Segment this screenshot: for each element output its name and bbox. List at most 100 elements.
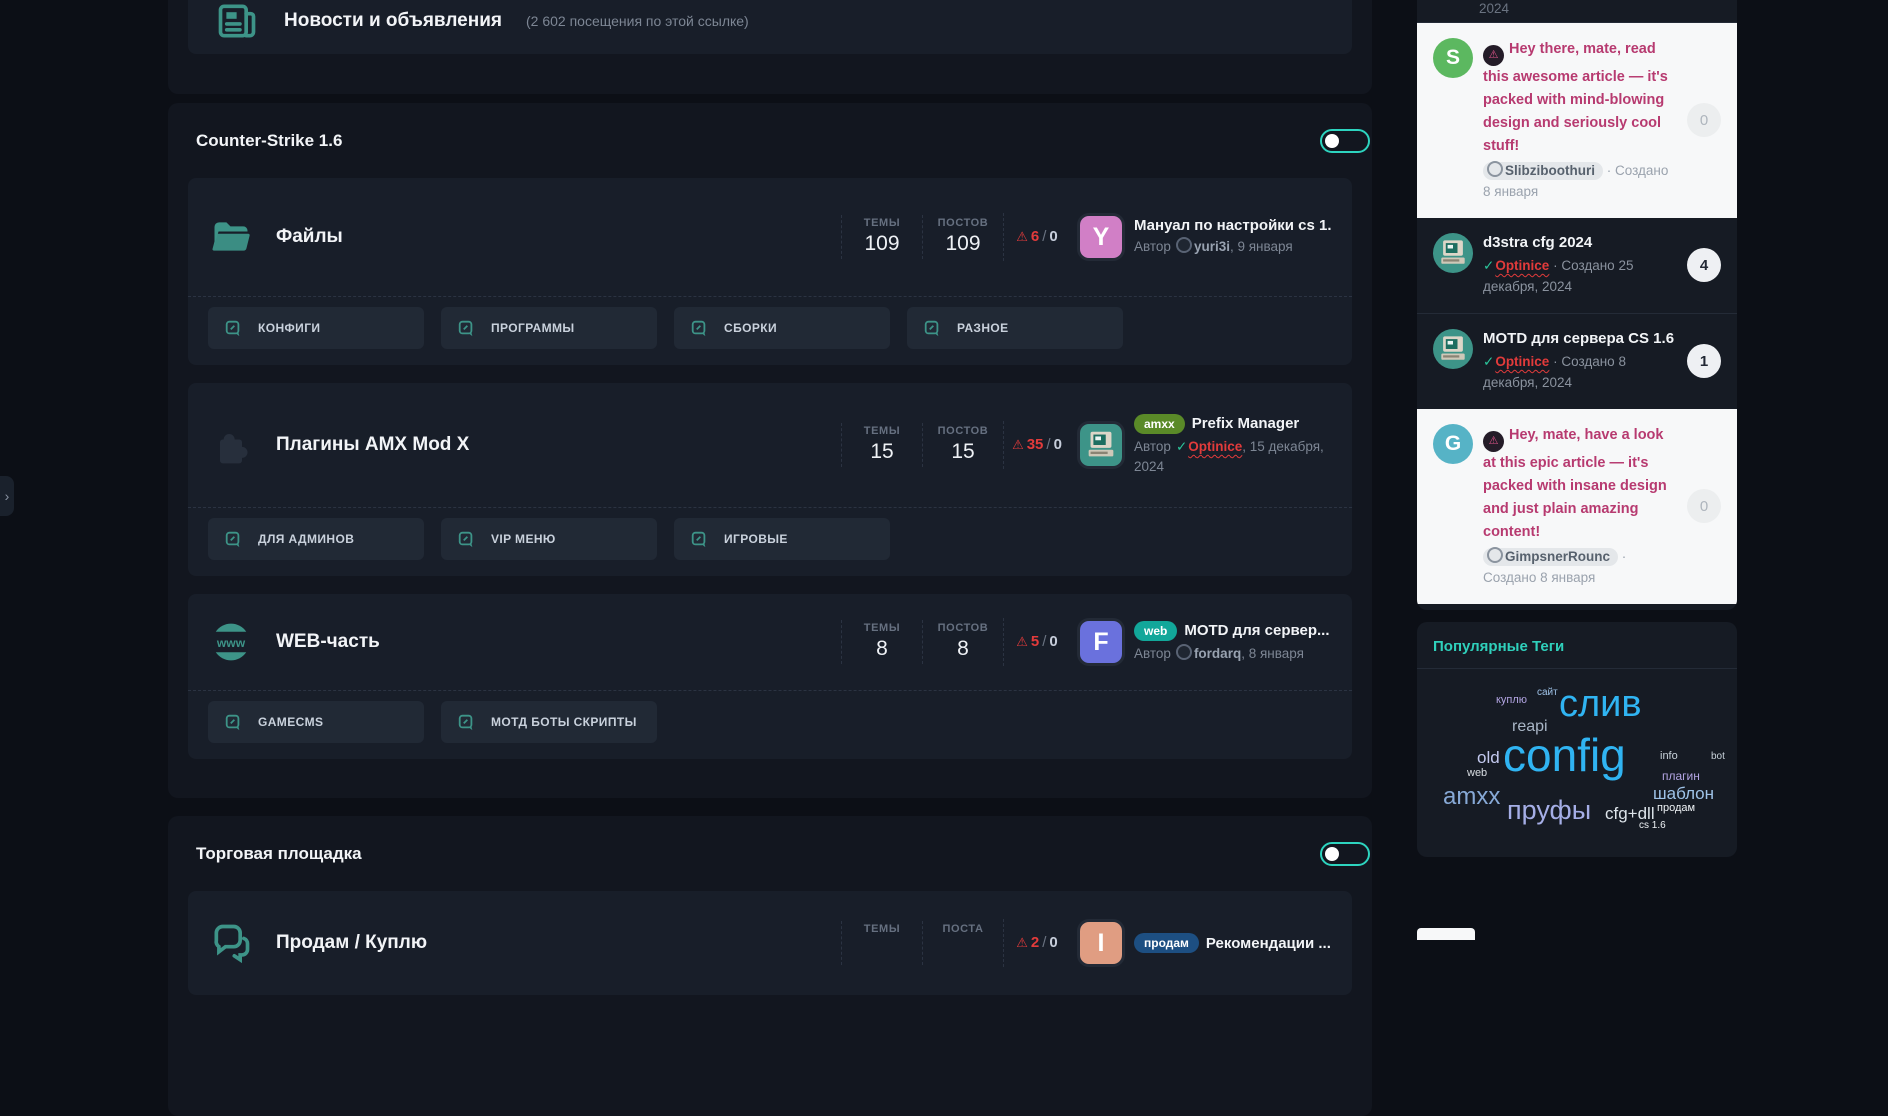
forum-stats: ТЕМЫ 8 ПОСТОВ 8 bbox=[841, 620, 1003, 664]
sidebar-topic-row[interactable]: MOTD для сервера CS 1.6 ✓Optinice · Созд… bbox=[1417, 314, 1737, 409]
stat-posts: ПОСТОВ 8 bbox=[922, 620, 1003, 664]
sidebar-topic-meta: ✓Optinice · Создано 8 декабря, 2024 bbox=[1483, 352, 1677, 394]
warning-separator: / bbox=[1039, 934, 1049, 951]
author-name[interactable]: yuri3i bbox=[1194, 239, 1230, 254]
tag[interactable]: продам bbox=[1657, 803, 1695, 814]
tag[interactable]: куплю bbox=[1496, 695, 1527, 706]
last-topic-title[interactable]: MOTD для сервер... bbox=[1184, 622, 1329, 639]
tag[interactable]: пруфы bbox=[1507, 797, 1591, 824]
warning-separator: / bbox=[1043, 436, 1053, 453]
subforum-chip-motd-boty-skripty[interactable]: МОТД БОТЫ СКРИПТЫ bbox=[441, 701, 657, 743]
avatar[interactable]: S bbox=[1433, 38, 1473, 78]
stat-topics: ТЕМЫ 8 bbox=[841, 620, 922, 664]
stat-topics: ТЕМЫ bbox=[841, 921, 922, 965]
avatar[interactable]: Y bbox=[1080, 216, 1122, 258]
subforum-label: КОНФИГИ bbox=[258, 321, 320, 335]
forum-row-trade[interactable]: Продам / Куплю ТЕМЫ ПОСТА ⚠2/0 I продамР… bbox=[188, 891, 1352, 995]
news-announcements-row[interactable]: Новости и объявления (2 602 посещения по… bbox=[188, 0, 1352, 54]
warning-triangle-icon: ⚠ bbox=[1012, 437, 1024, 452]
subforum-chip-admins[interactable]: ДЛЯ АДМИНОВ bbox=[208, 518, 424, 560]
sidebar-comment-card[interactable]: S ⚠Hey there, mate, read this awesome ar… bbox=[1417, 23, 1737, 218]
avatar[interactable]: I bbox=[1080, 922, 1122, 964]
sidebar-comment-card[interactable]: G ⚠Hey, mate, have a look at this epic a… bbox=[1417, 409, 1737, 604]
tag[interactable]: config bbox=[1503, 732, 1626, 778]
last-topic-title[interactable]: Рекомендации ... bbox=[1206, 935, 1331, 952]
subforum-chip-vip-menu[interactable]: VIP МЕНЮ bbox=[441, 518, 657, 560]
tag[interactable]: amxx bbox=[1443, 785, 1500, 809]
retro-computer-avatar[interactable] bbox=[1433, 329, 1473, 369]
user-ring-icon bbox=[1176, 237, 1192, 253]
chat-edit-icon bbox=[457, 713, 475, 731]
author-name[interactable]: fordarq bbox=[1194, 646, 1241, 661]
warning-triangle-icon: ⚠ bbox=[1016, 634, 1028, 649]
avatar[interactable]: G bbox=[1433, 424, 1473, 464]
sidebar-topic-title[interactable]: MOTD для сервера CS 1.6 bbox=[1483, 329, 1677, 349]
retro-computer-avatar[interactable] bbox=[1433, 233, 1473, 273]
web-badge[interactable]: web bbox=[1134, 621, 1177, 641]
globe-www-icon: www bbox=[208, 619, 254, 665]
forum-row-web[interactable]: www WEB-часть ТЕМЫ 8 ПОСТОВ 8 ⚠5/0 bbox=[188, 594, 1352, 690]
cs16-collapse-toggle[interactable] bbox=[1320, 129, 1370, 153]
tag[interactable]: old bbox=[1477, 749, 1500, 766]
prodam-badge[interactable]: продам bbox=[1134, 933, 1199, 953]
forum-row-amx-plugins[interactable]: Плагины AMX Mod X ТЕМЫ 15 ПОСТОВ 15 ⚠35/… bbox=[188, 383, 1352, 507]
subforum-chips: КОНФИГИ ПРОГРАММЫ СБОРКИ РАЗНОЕ bbox=[188, 296, 1352, 365]
warning-count: 5 bbox=[1031, 633, 1039, 650]
chat-edit-icon bbox=[690, 530, 708, 548]
report-warning-icon: ⚠ bbox=[1483, 431, 1504, 452]
amxx-badge[interactable]: amxx bbox=[1134, 414, 1185, 434]
report-warning-icon: ⚠ bbox=[1483, 45, 1504, 66]
username-pill[interactable]: Slibziboothuri bbox=[1483, 162, 1603, 180]
sidebar-topic-row[interactable]: d3stra cfg 2024 ✓Optinice · Создано 25 д… bbox=[1417, 218, 1737, 313]
author-label: Автор bbox=[1134, 239, 1171, 254]
chat-edit-icon bbox=[457, 530, 475, 548]
last-topic-title[interactable]: Prefix Manager bbox=[1192, 415, 1300, 432]
sidebar-topic-title[interactable]: d3stra cfg 2024 bbox=[1483, 233, 1677, 253]
username-pill[interactable]: GimpsnerRounc bbox=[1483, 548, 1618, 566]
subforum-chip-raznoe[interactable]: РАЗНОЕ bbox=[907, 307, 1123, 349]
newspaper-icon bbox=[214, 0, 260, 44]
reply-count-badge: 0 bbox=[1687, 489, 1721, 523]
warning-triangle-icon: ⚠ bbox=[1016, 935, 1028, 950]
subforum-chip-igrovye[interactable]: ИГРОВЫЕ bbox=[674, 518, 890, 560]
tag[interactable]: плагин bbox=[1662, 770, 1700, 782]
svg-text:www: www bbox=[216, 636, 246, 650]
forum-row-files[interactable]: Файлы ТЕМЫ 109 ПОСТОВ 109 ⚠6/0 Y Мануал … bbox=[188, 178, 1352, 296]
subforum-label: ИГРОВЫЕ bbox=[724, 532, 788, 546]
username[interactable]: Optinice bbox=[1495, 258, 1549, 273]
warning-count: 2 bbox=[1031, 934, 1039, 951]
sidebar-expander[interactable]: › bbox=[0, 476, 14, 516]
tag-cloud: куплюсайтсливreapioldwebconfiginfobotпла… bbox=[1417, 669, 1737, 857]
warning-counter: ⚠5/0 bbox=[1003, 618, 1070, 666]
avatar[interactable]: F bbox=[1080, 621, 1122, 663]
tag[interactable]: слив bbox=[1559, 685, 1642, 723]
author-name[interactable]: Optinice bbox=[1188, 439, 1242, 454]
warning-alt-count: 0 bbox=[1049, 228, 1057, 245]
tag[interactable]: info bbox=[1660, 751, 1678, 762]
tag[interactable]: cs 1.6 bbox=[1639, 821, 1666, 831]
comment-text-line: ⚠Hey there, mate, read this awesome arti… bbox=[1483, 38, 1677, 158]
warning-separator: / bbox=[1039, 228, 1049, 245]
retro-computer-avatar[interactable] bbox=[1080, 424, 1122, 466]
last-topic-cell: webMOTD для сервер... Авторfordarq, 8 ян… bbox=[1134, 621, 1332, 664]
comment-text-line: ⚠Hey, mate, have a look at this epic art… bbox=[1483, 424, 1677, 544]
cs16-section-title: Counter-Strike 1.6 bbox=[196, 131, 342, 151]
topic-date: , 9 января bbox=[1230, 239, 1293, 254]
cs16-section-header: Counter-Strike 1.6 bbox=[168, 103, 1372, 153]
tag[interactable]: cfg+dll bbox=[1605, 805, 1655, 822]
forum-name: Плагины AMX Mod X bbox=[276, 434, 469, 456]
tag[interactable]: web bbox=[1467, 768, 1487, 779]
tag[interactable]: bot bbox=[1711, 752, 1725, 762]
tag[interactable]: сайт bbox=[1537, 688, 1558, 698]
trade-collapse-toggle[interactable] bbox=[1320, 842, 1370, 866]
comment-text: Hey there, mate, read this awesome artic… bbox=[1483, 41, 1668, 154]
tag[interactable]: шаблон bbox=[1653, 785, 1714, 802]
subforum-chip-programmy[interactable]: ПРОГРАММЫ bbox=[441, 307, 657, 349]
username[interactable]: Optinice bbox=[1495, 354, 1549, 369]
subforum-chip-gamecms[interactable]: GAMECMS bbox=[208, 701, 424, 743]
retro-computer-icon bbox=[1435, 331, 1471, 367]
last-topic-title[interactable]: Мануал по настройки cs 1.6 bbox=[1134, 217, 1332, 234]
subforum-chip-konfigi[interactable]: КОНФИГИ bbox=[208, 307, 424, 349]
subforum-chip-sborki[interactable]: СБОРКИ bbox=[674, 307, 890, 349]
subforum-label: ПРОГРАММЫ bbox=[491, 321, 575, 335]
